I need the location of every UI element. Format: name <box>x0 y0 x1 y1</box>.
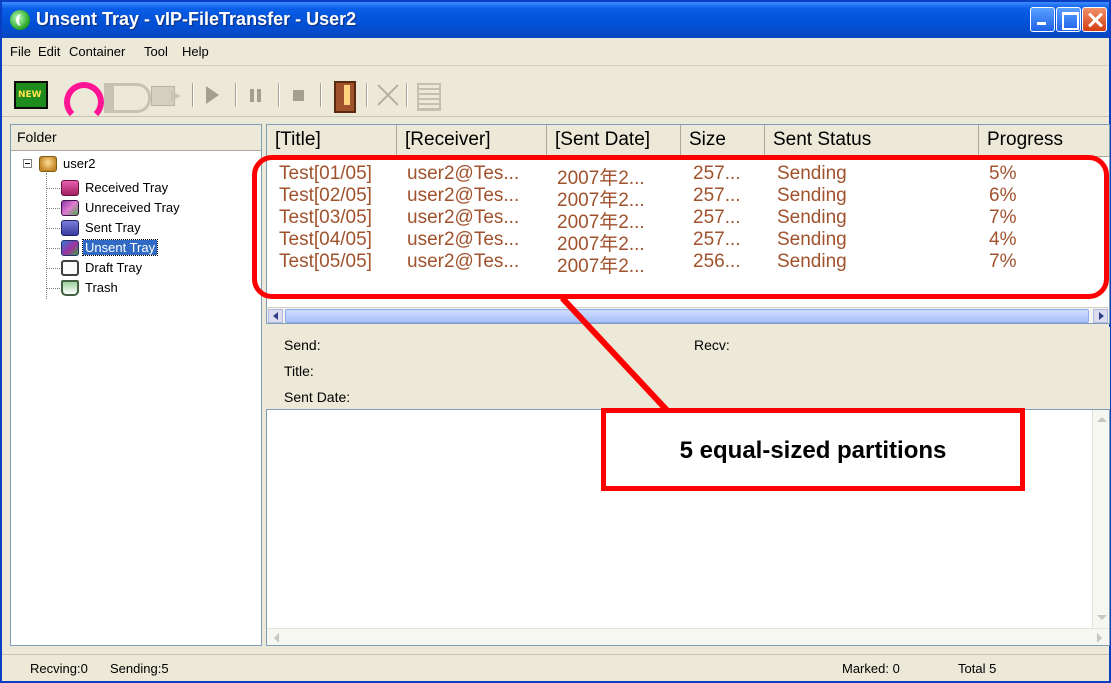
status-sending: Sending:5 <box>110 661 169 676</box>
menu-container[interactable]: Container <box>69 44 125 59</box>
unsent-tray-icon <box>61 240 79 256</box>
app-window: Unsent Tray - vIP-FileTransfer - User2 F… <box>0 0 1111 683</box>
play-icon[interactable] <box>202 81 222 109</box>
tree-connector <box>46 268 60 269</box>
tree-item-label: Received Tray <box>85 180 169 195</box>
send-label: Send: <box>284 337 321 353</box>
tree-connector <box>46 248 60 249</box>
move-icon[interactable] <box>149 81 185 109</box>
close-button[interactable] <box>1082 7 1107 32</box>
menu-edit[interactable]: Edit <box>38 44 60 59</box>
status-total: Total 5 <box>958 661 997 676</box>
status-marked: Marked: 0 <box>842 661 900 676</box>
new-icon[interactable] <box>14 81 48 109</box>
scroll-down-icon[interactable] <box>1094 610 1109 626</box>
menu-bar: File Edit Container Tool Help <box>2 38 1109 66</box>
column-header-title[interactable]: [Title] <box>267 125 397 157</box>
column-header-size[interactable]: Size <box>681 125 765 157</box>
delete-icon[interactable] <box>375 81 401 109</box>
recv-label: Recv: <box>694 337 730 353</box>
tree-connector <box>46 228 60 229</box>
title-bar[interactable]: Unsent Tray - vIP-FileTransfer - User2 <box>2 2 1109 38</box>
minimize-button[interactable] <box>1030 7 1055 32</box>
tree-item-label: Trash <box>85 280 118 295</box>
received-tray-icon <box>61 180 79 196</box>
tree-item-label: Unsent Tray <box>81 239 159 256</box>
column-header-sent-status[interactable]: Sent Status <box>765 125 979 157</box>
scroll-up-icon[interactable] <box>1094 412 1109 428</box>
callout-box: 5 equal-sized partitions <box>601 408 1025 491</box>
pause-icon[interactable] <box>246 81 266 109</box>
sent-date-label: Sent Date: <box>284 389 351 405</box>
unreceived-tray-icon <box>61 200 79 216</box>
folder-tree[interactable]: Folder user2 Received Tray Unreceived Tr… <box>10 124 262 646</box>
menu-tool[interactable]: Tool <box>144 44 168 59</box>
title-label: Title: <box>284 363 314 379</box>
highlight-rows-box <box>252 155 1109 299</box>
properties-icon[interactable] <box>414 81 442 111</box>
scroll-right-icon[interactable] <box>1093 309 1108 323</box>
body-vertical-scrollbar[interactable] <box>1092 410 1109 628</box>
toolbar-separator <box>406 83 408 107</box>
door-icon[interactable] <box>330 81 358 113</box>
tree-connector <box>46 288 60 289</box>
draft-tray-icon <box>61 260 79 276</box>
toolbar-separator <box>192 83 194 107</box>
tree-connector <box>46 188 60 189</box>
scroll-right-icon[interactable] <box>1091 630 1107 645</box>
user-folder-icon <box>39 156 57 172</box>
tree-item-label: Draft Tray <box>85 260 143 275</box>
status-receiving: Recving:0 <box>30 661 88 676</box>
stop-icon[interactable] <box>289 81 309 109</box>
toolbar-separator <box>320 83 322 107</box>
maximize-button[interactable] <box>1056 7 1081 32</box>
column-header-progress[interactable]: Progress <box>979 125 1109 157</box>
tree-item-label: Sent Tray <box>85 220 141 235</box>
callout-text: 5 equal-sized partitions <box>679 437 947 464</box>
column-header-receiver[interactable]: [Receiver] <box>397 125 547 157</box>
window-title: Unsent Tray - vIP-FileTransfer - User2 <box>36 9 357 29</box>
list-horizontal-scrollbar[interactable] <box>267 307 1109 323</box>
sent-tray-icon <box>61 220 79 236</box>
scroll-left-icon[interactable] <box>268 309 283 323</box>
trash-icon <box>61 280 79 296</box>
toolbar-separator <box>366 83 368 107</box>
toolbar <box>2 67 1109 122</box>
column-header-sent-date[interactable]: [Sent Date] <box>547 125 681 157</box>
resend-icon[interactable] <box>102 81 151 113</box>
tree-item-label: Unreceived Tray <box>85 200 180 215</box>
menu-file[interactable]: File <box>10 44 31 59</box>
tree-connector <box>46 173 47 299</box>
scroll-left-icon[interactable] <box>269 630 285 645</box>
status-bar: Recving:0 Sending:5 Marked: 0 Total 5 <box>2 654 1109 681</box>
refresh-icon[interactable] <box>62 81 104 122</box>
app-logo-icon <box>10 10 30 30</box>
scrollbar-thumb[interactable] <box>285 309 1089 323</box>
folder-header: Folder <box>11 125 261 151</box>
message-details: Send: Recv: Title: Sent Date: <box>266 327 1110 409</box>
tree-collapse-toggle[interactable] <box>23 159 32 168</box>
toolbar-separator <box>278 83 280 107</box>
tree-root-label: user2 <box>63 156 96 171</box>
body-horizontal-scrollbar[interactable] <box>267 628 1109 645</box>
menu-help[interactable]: Help <box>182 44 209 59</box>
toolbar-separator <box>235 83 237 107</box>
tree-connector <box>46 208 60 209</box>
list-header: [Title] [Receiver] [Sent Date] Size Sent… <box>267 125 1109 157</box>
